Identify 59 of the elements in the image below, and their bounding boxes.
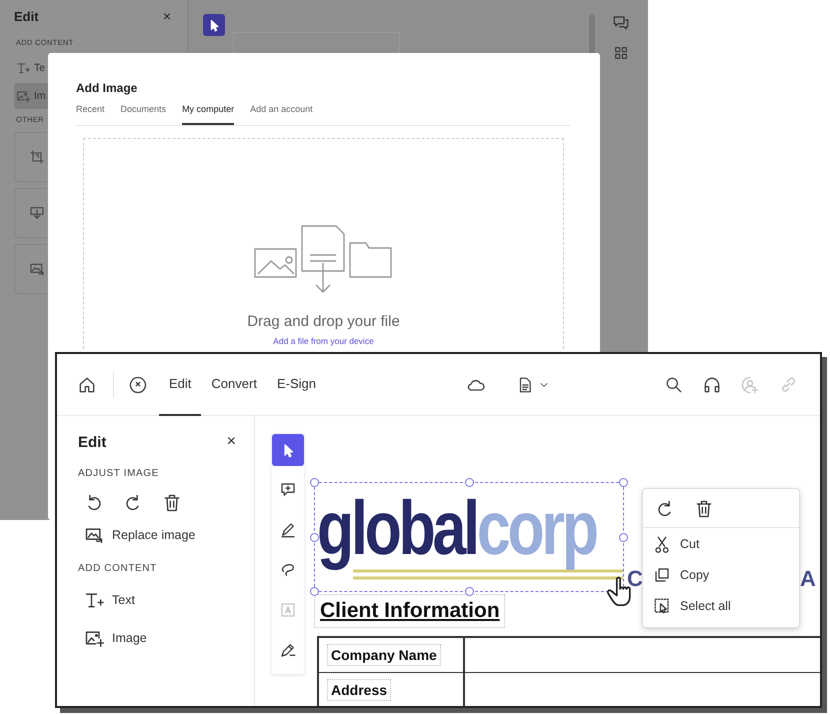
panel-title: Edit: [78, 434, 106, 450]
headphones-icon[interactable]: [702, 374, 722, 394]
panel-title: Edit: [14, 8, 39, 24]
resize-handle[interactable]: [310, 587, 319, 596]
dialog-title: Add Image: [76, 81, 138, 95]
replace-image-button[interactable]: Replace image: [84, 521, 196, 549]
add-comment-icon: [279, 481, 297, 499]
insert-page-icon: [29, 205, 45, 221]
delete-icon[interactable]: [162, 493, 182, 513]
text-add-icon: [16, 61, 30, 75]
tab[interactable]: Recent: [76, 103, 105, 125]
tab[interactable]: Add an account: [250, 103, 313, 125]
resize-handle[interactable]: [465, 587, 474, 596]
lasso-icon: [279, 561, 297, 579]
close-button[interactable]: ×: [162, 8, 171, 24]
resize-handle[interactable]: [310, 478, 319, 487]
copy-icon: [653, 566, 671, 584]
menu-item[interactable]: Copy: [643, 559, 799, 590]
field-label: Company Name: [327, 644, 441, 666]
scissors-icon: [653, 534, 671, 552]
drop-instruction: Drag and drop your file: [247, 313, 400, 330]
document-text: C: [627, 566, 643, 592]
home-icon[interactable]: [77, 374, 97, 394]
image-add-icon: [16, 89, 30, 103]
add-image-button[interactable]: Image: [84, 624, 147, 652]
pen-icon: [279, 641, 297, 659]
highlighter-icon: [279, 521, 297, 539]
select-all-icon: [653, 596, 671, 614]
document-heading: Client Information: [320, 599, 500, 623]
text-box-icon: [279, 601, 297, 619]
resize-handle[interactable]: [310, 533, 319, 542]
tab[interactable]: Convert: [201, 354, 267, 416]
document-text: A: [800, 566, 816, 592]
tab[interactable]: E-Sign: [266, 354, 326, 416]
section-heading: ADJUST IMAGE: [78, 468, 160, 479]
resize-handle[interactable]: [619, 478, 628, 487]
pointer-tool-button[interactable]: [203, 14, 225, 36]
section-heading: ADD CONTENT: [78, 563, 158, 574]
resize-handle[interactable]: [619, 533, 628, 542]
tab[interactable]: Edit: [159, 354, 202, 416]
field-label: Address: [327, 679, 392, 701]
grid-icon[interactable]: [613, 45, 629, 61]
tab[interactable]: Documents: [120, 103, 166, 125]
search-icon[interactable]: [664, 374, 684, 394]
drop-zone[interactable]: Drag and drop your file Add a file from your device: [83, 138, 564, 349]
panel-item[interactable]: Te: [14, 55, 171, 81]
tab[interactable]: My computer: [182, 103, 234, 125]
browse-link[interactable]: Add a file from your device: [273, 336, 374, 346]
close-button[interactable]: ×: [226, 433, 236, 451]
resize-handle[interactable]: [465, 478, 474, 487]
menu-item[interactable]: Cut: [643, 528, 799, 559]
circle-icon[interactable]: [128, 374, 148, 394]
tool-button[interactable]: [272, 434, 304, 466]
add-text-button[interactable]: Text: [84, 586, 135, 614]
comments-icon[interactable]: [612, 14, 630, 32]
logo-text: globalcorp: [317, 491, 598, 569]
menu-item[interactable]: Select all: [643, 590, 799, 621]
delete-icon[interactable]: [694, 499, 714, 519]
crop-icon: [29, 149, 45, 165]
